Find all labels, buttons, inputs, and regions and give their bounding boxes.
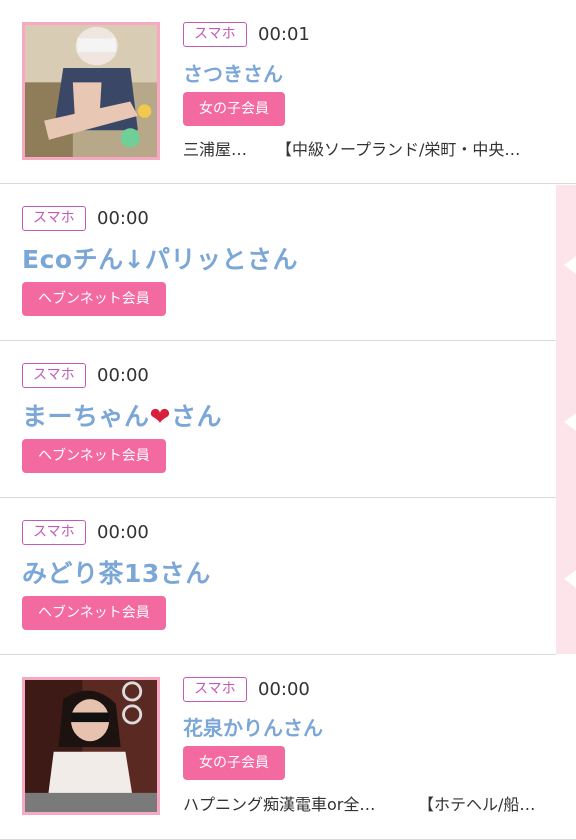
user-name[interactable]: Ecoチん↓パリッとさん: [22, 240, 298, 276]
shop-area[interactable]: ハプニング痴漢電車or全…: [183, 791, 375, 815]
avatar[interactable]: [22, 677, 160, 815]
message-list: スマホ 00:01 さつきさん 女の子会員 三浦屋… 【中級ソープランド/栄町・…: [0, 0, 576, 840]
timestamp: 00:00: [97, 365, 149, 386]
side-notch: [564, 256, 576, 274]
user-name[interactable]: さつきさん: [183, 58, 283, 87]
list-item[interactable]: スマホ 00:00 みどり茶13さん ヘブンネット会員: [0, 498, 556, 655]
device-badge: スマホ: [22, 520, 86, 545]
user-name-suffix: さん: [170, 402, 222, 431]
device-badge: スマホ: [183, 22, 247, 47]
user-name-text: まーちゃん: [22, 402, 150, 431]
list-item[interactable]: スマホ 00:00 まーちゃん❤さん ヘブンネット会員: [0, 341, 556, 498]
device-badge: スマホ: [22, 206, 86, 231]
shop-area[interactable]: 三浦屋…: [183, 136, 247, 160]
device-badge: スマホ: [183, 677, 247, 702]
device-badge: スマホ: [22, 363, 86, 388]
user-name[interactable]: みどり茶13さん: [22, 554, 211, 590]
shop-name[interactable]: 【中級ソープランド/栄町・中央…: [276, 136, 520, 160]
user-name[interactable]: 花泉かりんさん: [183, 712, 323, 741]
timestamp: 00:00: [97, 522, 149, 543]
member-badge: 女の子会員: [183, 92, 285, 126]
side-notch: [564, 570, 576, 588]
avatar[interactable]: [22, 22, 160, 160]
timestamp: 00:00: [258, 679, 310, 700]
member-badge: ヘブンネット会員: [22, 596, 166, 630]
member-badge: ヘブンネット会員: [22, 282, 166, 316]
list-item[interactable]: スマホ 00:00 花泉かりんさん 女の子会員 ハプニング痴漢電車or全… 【ホ…: [0, 655, 576, 840]
user-name[interactable]: まーちゃん❤さん: [22, 397, 222, 433]
member-badge: 女の子会員: [183, 746, 285, 780]
heart-icon: ❤: [149, 402, 171, 431]
timestamp: 00:01: [258, 24, 310, 45]
timestamp: 00:00: [97, 208, 149, 229]
list-item[interactable]: スマホ 00:00 Ecoチん↓パリッとさん ヘブンネット会員: [0, 184, 556, 341]
member-badge: ヘブンネット会員: [22, 439, 166, 473]
shop-name[interactable]: 【ホテヘル/船…: [418, 791, 535, 815]
side-notch: [564, 413, 576, 431]
list-item[interactable]: スマホ 00:01 さつきさん 女の子会員 三浦屋… 【中級ソープランド/栄町・…: [0, 0, 576, 184]
